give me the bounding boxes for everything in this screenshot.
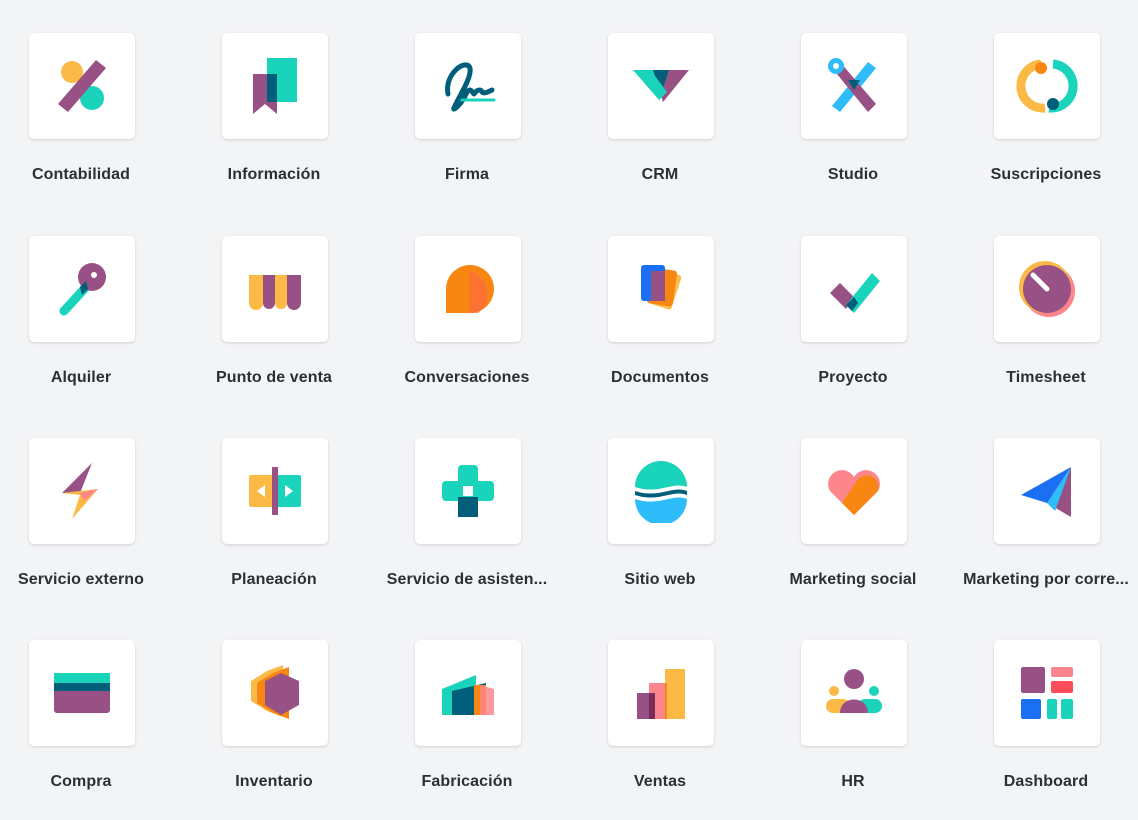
app-tile[interactable] bbox=[222, 640, 328, 746]
app-label: Contabilidad bbox=[31, 166, 131, 183]
app-tile[interactable] bbox=[29, 33, 135, 139]
app-label: Inventario bbox=[235, 773, 313, 790]
app-label: CRM bbox=[641, 166, 679, 183]
app-contabilidad[interactable]: Contabilidad bbox=[0, 33, 177, 213]
app-firma[interactable]: Firma bbox=[371, 33, 563, 213]
app-inventario[interactable]: Inventario bbox=[178, 640, 370, 820]
app-label: Punto de venta bbox=[215, 369, 333, 386]
app-fabricacion[interactable]: Fabricación bbox=[371, 640, 563, 820]
app-studio[interactable]: Studio bbox=[757, 33, 949, 213]
app-label: Documentos bbox=[611, 369, 709, 386]
app-label: HR bbox=[841, 773, 865, 790]
app-sitio-web[interactable]: Sitio web bbox=[564, 438, 756, 618]
app-compra[interactable]: Compra bbox=[0, 640, 177, 820]
app-label: Marketing social bbox=[789, 571, 917, 588]
app-marketing-social[interactable]: Marketing social bbox=[757, 438, 949, 618]
app-informacion[interactable]: Información bbox=[178, 33, 370, 213]
app-tile[interactable] bbox=[801, 438, 907, 544]
sign-icon bbox=[445, 62, 496, 112]
app-tile[interactable] bbox=[608, 640, 714, 746]
app-tile[interactable] bbox=[29, 438, 135, 544]
app-label: Compra bbox=[50, 773, 112, 790]
app-crm[interactable]: CRM bbox=[564, 33, 756, 213]
discuss-bubble-icon bbox=[446, 265, 494, 313]
app-documentos[interactable]: Documentos bbox=[564, 236, 756, 416]
app-alquiler[interactable]: Alquiler bbox=[0, 236, 177, 416]
app-planeacion[interactable]: Planeación bbox=[178, 438, 370, 618]
app-conversaciones[interactable]: Conversaciones bbox=[371, 236, 563, 416]
app-label: Timesheet bbox=[1006, 369, 1086, 386]
app-tile[interactable] bbox=[801, 640, 907, 746]
app-label: Planeación bbox=[231, 571, 317, 588]
hr-people-icon bbox=[826, 669, 882, 713]
crm-handshake-icon bbox=[633, 70, 689, 102]
app-tile[interactable] bbox=[608, 33, 714, 139]
app-label: Servicio de asisten... bbox=[386, 571, 548, 588]
app-label: Fabricación bbox=[421, 773, 513, 790]
app-label: Alquiler bbox=[50, 369, 112, 386]
purchase-card-icon bbox=[54, 673, 110, 713]
documents-icon bbox=[641, 265, 682, 310]
app-tile[interactable] bbox=[801, 33, 907, 139]
social-heart-icon bbox=[828, 470, 880, 515]
email-plane-icon bbox=[1021, 467, 1071, 517]
app-punto-de-venta[interactable]: Punto de venta bbox=[178, 236, 370, 416]
project-check-icon bbox=[830, 273, 880, 313]
app-tile[interactable] bbox=[994, 236, 1100, 342]
knowledge-icon bbox=[253, 58, 297, 114]
app-timesheet[interactable]: Timesheet bbox=[950, 236, 1138, 416]
app-tile[interactable] bbox=[415, 33, 521, 139]
manufacturing-factory-icon bbox=[442, 675, 494, 715]
subscriptions-icon bbox=[1016, 59, 1078, 113]
app-tile[interactable] bbox=[29, 236, 135, 342]
planning-icon bbox=[249, 467, 301, 515]
app-marketing-correo[interactable]: Marketing por corre... bbox=[950, 438, 1138, 618]
app-ventas[interactable]: Ventas bbox=[564, 640, 756, 820]
app-tile[interactable] bbox=[222, 438, 328, 544]
website-globe-icon bbox=[635, 461, 688, 523]
app-servicio-externo[interactable]: Servicio externo bbox=[0, 438, 177, 618]
app-label: Firma bbox=[444, 166, 490, 183]
app-label: Proyecto bbox=[818, 369, 888, 386]
app-tile[interactable] bbox=[415, 236, 521, 342]
app-servicio-asistencia[interactable]: Servicio de asisten... bbox=[371, 438, 563, 618]
app-tile[interactable] bbox=[222, 236, 328, 342]
app-tile[interactable] bbox=[994, 640, 1100, 746]
app-tile[interactable] bbox=[608, 236, 714, 342]
app-label: Studio bbox=[827, 166, 879, 183]
app-proyecto[interactable]: Proyecto bbox=[757, 236, 949, 416]
app-label: Ventas bbox=[633, 773, 687, 790]
accounting-icon bbox=[58, 60, 106, 112]
rental-key-icon bbox=[59, 263, 106, 316]
apps-grid: Contabilidad Información Firma CRM Studi… bbox=[0, 0, 1138, 804]
app-label: Suscripciones bbox=[990, 166, 1102, 183]
app-tile[interactable] bbox=[29, 640, 135, 746]
app-tile[interactable] bbox=[415, 438, 521, 544]
inventory-cube-icon bbox=[251, 665, 299, 719]
sales-bars-icon bbox=[637, 669, 685, 719]
app-tile[interactable] bbox=[994, 33, 1100, 139]
app-tile[interactable] bbox=[994, 438, 1100, 544]
timesheet-dial-icon bbox=[1019, 261, 1075, 317]
studio-tools-icon bbox=[828, 58, 876, 112]
app-hr[interactable]: HR bbox=[757, 640, 949, 820]
app-label: Información bbox=[227, 166, 321, 183]
dashboard-icon bbox=[1021, 667, 1073, 719]
app-tile[interactable] bbox=[608, 438, 714, 544]
app-label: Marketing por corre... bbox=[963, 571, 1129, 588]
helpdesk-cross-icon bbox=[442, 465, 494, 517]
app-dashboard[interactable]: Dashboard bbox=[950, 640, 1138, 820]
app-tile[interactable] bbox=[222, 33, 328, 139]
app-tile[interactable] bbox=[801, 236, 907, 342]
app-label: Conversaciones bbox=[404, 369, 530, 386]
app-suscripciones[interactable]: Suscripciones bbox=[950, 33, 1138, 213]
app-tile[interactable] bbox=[415, 640, 521, 746]
app-label: Servicio externo bbox=[17, 571, 145, 588]
field-service-bolt-icon bbox=[62, 463, 98, 519]
app-label: Dashboard bbox=[1003, 773, 1089, 790]
app-label: Sitio web bbox=[624, 571, 696, 588]
point-of-sale-awning-icon bbox=[249, 275, 301, 310]
